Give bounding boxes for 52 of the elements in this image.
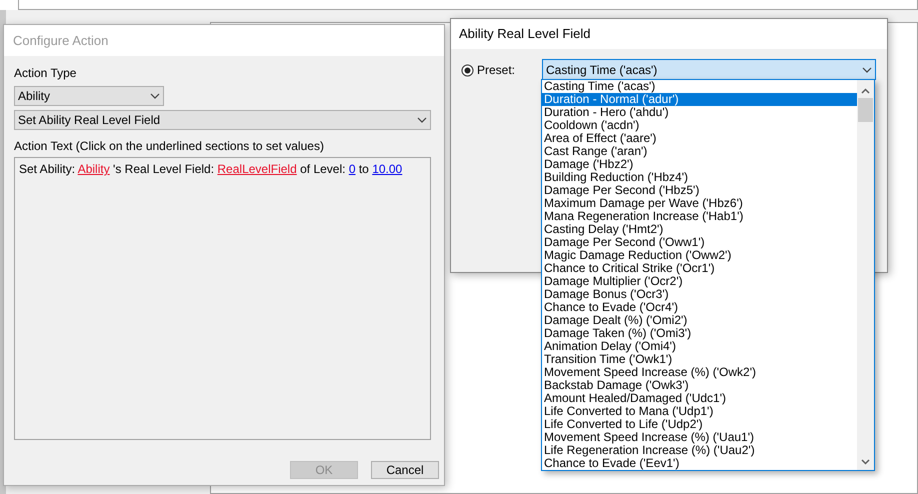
list-option[interactable]: Chance to Evade ('Ocr4') <box>542 301 857 314</box>
list-option[interactable]: Movement Speed Increase (%) ('Owk2') <box>542 366 857 379</box>
list-option[interactable]: Life Regeneration Increase (%) ('Uau2') <box>542 444 857 457</box>
list-option[interactable]: Casting Time ('acas') <box>542 80 857 93</box>
parameter-link[interactable]: 10.00 <box>372 162 402 176</box>
radio-label: Preset: <box>477 62 516 79</box>
field-label: Action Text (Click on the underlined sections to set values) <box>14 139 325 153</box>
list-option[interactable]: Area of Effect ('aare') <box>542 132 857 145</box>
list-option[interactable]: Maximum Damage per Wave ('Hbz6') <box>542 197 857 210</box>
cancel-button[interactable]: Cancel <box>371 461 439 479</box>
list-option[interactable]: Damage ('Hbz2') <box>542 158 857 171</box>
preset-dropdown[interactable]: Casting Time ('acas') <box>542 59 876 80</box>
dialog-title: Configure Action <box>13 32 108 50</box>
chevron-down-icon <box>862 66 872 72</box>
list-option[interactable]: Magic Damage Reduction ('Oww2') <box>542 249 857 262</box>
category-dropdown[interactable]: Ability <box>14 86 164 106</box>
parameter-link[interactable]: Ability <box>78 162 110 176</box>
list-option[interactable]: Mana Regeneration Increase ('Hab1') <box>542 210 857 223</box>
scroll-thumb[interactable] <box>858 98 873 122</box>
dialog-title: Ability Real Level Field <box>459 25 591 44</box>
list-option[interactable]: Cast Range ('aran') <box>542 145 857 158</box>
list-option[interactable]: Duration - Hero ('ahdu') <box>542 106 857 119</box>
list-option[interactable]: Damage Bonus ('Ocr3') <box>542 288 857 301</box>
list-option[interactable]: Damage Multiplier ('Ocr2') <box>542 275 857 288</box>
list-option[interactable]: Cooldown ('acdn') <box>542 119 857 132</box>
list-option[interactable]: Backstab Damage ('Owk3') <box>542 379 857 392</box>
list-option[interactable]: Animation Delay ('Omi4') <box>542 340 857 353</box>
chevron-down-icon <box>417 117 427 123</box>
field-label: Action Type <box>14 66 78 80</box>
list-option[interactable]: Chance to Evade ('Eev1') <box>542 457 857 470</box>
list-option[interactable]: Damage Per Second ('Oww1') <box>542 236 857 249</box>
list-option[interactable]: Damage Per Second ('Hbz5') <box>542 184 857 197</box>
list-option[interactable]: Chance to Critical Strike ('Ocr1') <box>542 262 857 275</box>
action-sentence: Set Ability: Ability 's Real Level Field: RealLevelField of Level: 0 to 10.00 <box>19 161 404 177</box>
parameter-link[interactable]: RealLevelField <box>217 162 297 176</box>
scrollbar[interactable] <box>857 80 874 470</box>
list-option[interactable]: Transition Time ('Owk1') <box>542 353 857 366</box>
action-dropdown[interactable]: Set Ability Real Level Field <box>14 110 431 130</box>
list-option[interactable]: Life Converted to Life ('Udp2') <box>542 418 857 431</box>
scroll-down-icon[interactable] <box>861 459 870 465</box>
preset-radio[interactable]: Preset: <box>461 61 542 79</box>
list-option[interactable]: Movement Speed Increase (%) ('Uau1') <box>542 431 857 444</box>
chevron-down-icon <box>150 93 160 99</box>
list-option[interactable]: Duration - Normal ('adur') <box>542 93 857 106</box>
list-option[interactable]: Casting Delay ('Hmt2') <box>542 223 857 236</box>
list-option[interactable]: Damage Dealt (%) ('Omi2') <box>542 314 857 327</box>
list-option[interactable]: Building Reduction ('Hbz4') <box>542 171 857 184</box>
scroll-up-icon[interactable] <box>861 88 870 94</box>
list-option[interactable]: Life Converted to Mana ('Udp1') <box>542 405 857 418</box>
parameter-link[interactable]: 0 <box>348 162 356 176</box>
list-option[interactable]: Damage Taken (%) ('Omi3') <box>542 327 857 340</box>
list-option[interactable]: Amount Healed/Damaged ('Udc1') <box>542 392 857 405</box>
